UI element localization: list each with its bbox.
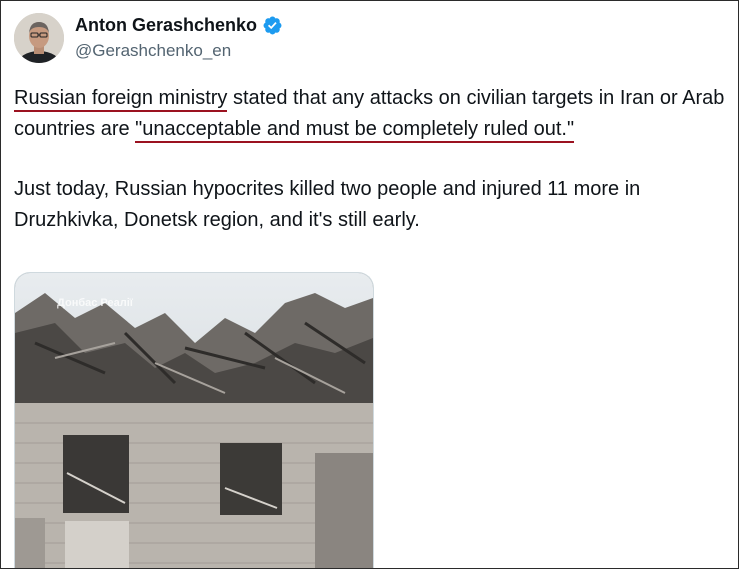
tweet-card: Anton Gerashchenko @Gerashchenko_en Russ… — [0, 0, 739, 569]
underlined-phrase-quote: "unacceptable and must be completely rul… — [135, 118, 575, 143]
tweet-paragraph-1: Russian foreign ministry stated that any… — [14, 83, 729, 145]
media-watermark: Донбас Реалії — [57, 297, 133, 309]
underlined-phrase-ministry: Russian foreign ministry — [14, 87, 228, 112]
author-name-row[interactable]: Anton Gerashchenko — [75, 15, 283, 36]
author-handle[interactable]: @Gerashchenko_en — [75, 41, 231, 61]
tweet-paragraph-2: Just today, Russian hypocrites killed tw… — [14, 178, 641, 231]
tweet-text: Russian foreign ministry stated that any… — [14, 83, 729, 236]
author-avatar[interactable] — [14, 13, 64, 63]
tweet-media-image[interactable]: Донбас Реалії — [14, 272, 374, 568]
avatar-image — [14, 13, 64, 63]
verified-badge-icon — [263, 16, 282, 35]
damaged-building-photo — [15, 273, 373, 568]
author-name[interactable]: Anton Gerashchenko — [75, 15, 257, 36]
